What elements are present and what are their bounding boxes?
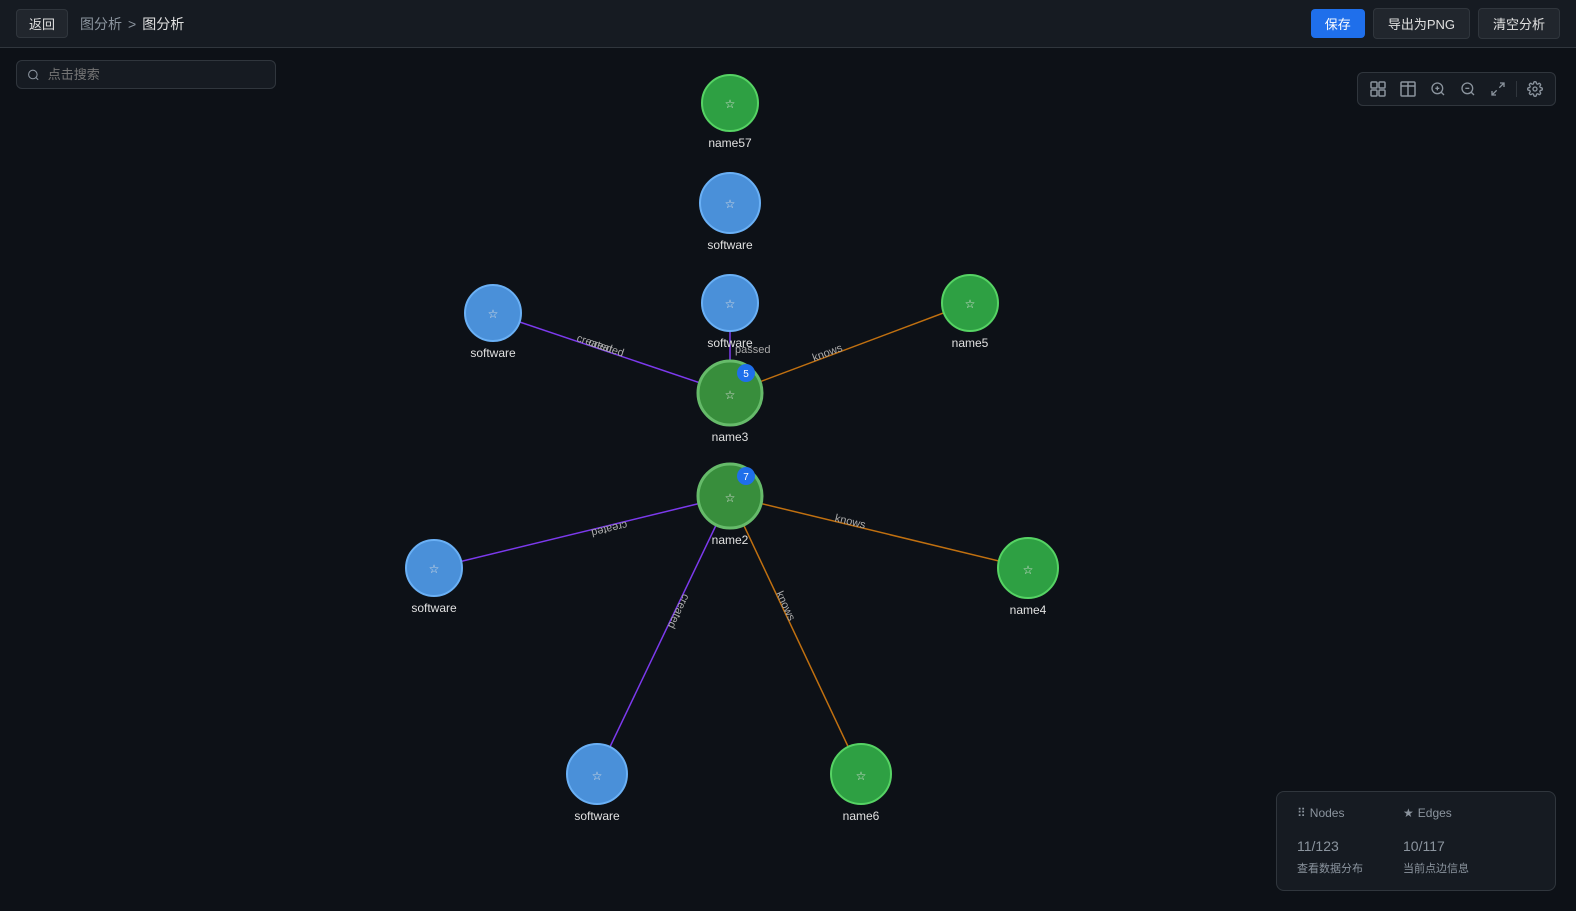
expand-icon[interactable] [1486, 77, 1510, 101]
edges-value: 10/117 [1403, 824, 1445, 856]
edge-label-knows-n2n6: knows [773, 589, 797, 623]
svg-text:name3: name3 [712, 430, 749, 444]
node-name6[interactable]: ☆ name6 [831, 744, 891, 823]
nodes-label: ⠿ Nodes [1297, 806, 1344, 820]
toolbar-divider [1516, 81, 1517, 97]
edge-knows-n2n6 [730, 496, 861, 774]
svg-text:☆: ☆ [965, 297, 976, 311]
svg-text:software: software [574, 809, 620, 823]
stats-panel: ⠿ Nodes 11/123 查看数据分布 ★ Edges 10/117 当前点… [1276, 791, 1556, 891]
edges-icon: ★ [1403, 806, 1414, 820]
zoom-out-icon[interactable] [1456, 77, 1480, 101]
nodes-value: 11/123 [1297, 824, 1339, 856]
svg-text:☆: ☆ [725, 297, 736, 311]
breadcrumb-current: 图分析 [142, 14, 184, 34]
edges-stat: ★ Edges 10/117 当前点边信息 [1403, 806, 1469, 876]
node-name4[interactable]: ☆ name4 [998, 538, 1058, 617]
settings-icon[interactable] [1523, 77, 1547, 101]
edges-sub-link[interactable]: 当前点边信息 [1403, 860, 1469, 876]
svg-text:☆: ☆ [1023, 563, 1034, 577]
breadcrumb-separator: > [128, 16, 136, 32]
svg-text:software: software [707, 238, 753, 252]
nodes-sub-link[interactable]: 查看数据分布 [1297, 860, 1363, 876]
svg-text:software: software [707, 336, 753, 350]
svg-text:software: software [411, 601, 457, 615]
edge-created-2 [434, 496, 730, 568]
svg-text:name57: name57 [708, 136, 752, 150]
svg-text:☆: ☆ [725, 491, 736, 505]
node-name57[interactable]: ☆ name57 [702, 75, 758, 150]
export-button[interactable]: 导出为PNG [1373, 8, 1470, 39]
node-software5[interactable]: ☆ software [567, 744, 627, 823]
svg-text:☆: ☆ [856, 769, 867, 783]
edge-label-created-s3n3: created [575, 332, 614, 355]
svg-text:software: software [470, 346, 516, 360]
svg-text:5: 5 [743, 369, 749, 380]
node-software4[interactable]: ☆ software [406, 540, 462, 615]
canvas-toolbar [1357, 72, 1556, 106]
svg-text:name5: name5 [952, 336, 989, 350]
header-right: 保存 导出为PNG 清空分析 [1311, 8, 1560, 39]
node-software2[interactable]: ☆ software [702, 275, 758, 350]
graph-svg: created created created created passed [0, 48, 1576, 911]
breadcrumb-parent: 图分析 [80, 14, 122, 34]
search-icon [27, 68, 40, 82]
back-button[interactable]: 返回 [16, 9, 68, 38]
edge-label-created-n2s5: created [665, 592, 692, 630]
svg-text:☆: ☆ [725, 388, 736, 402]
node-software3[interactable]: ☆ software [465, 285, 521, 360]
header-left: 返回 图分析 > 图分析 [16, 9, 184, 38]
edge-label-created-n2s4: created [590, 518, 629, 538]
search-bar[interactable] [16, 60, 276, 89]
svg-text:☆: ☆ [429, 562, 440, 576]
svg-text:7: 7 [743, 472, 749, 483]
svg-text:☆: ☆ [725, 197, 736, 211]
edges-label: ★ Edges [1403, 806, 1452, 820]
node-software1[interactable]: ☆ software [700, 173, 760, 252]
svg-text:☆: ☆ [592, 769, 603, 783]
search-input[interactable] [48, 67, 265, 82]
node-name3[interactable]: ☆ name3 5 [698, 361, 762, 444]
edge-label-knows-n3n5: knows [811, 342, 845, 364]
nodes-stat: ⠿ Nodes 11/123 查看数据分布 [1297, 806, 1363, 876]
edge-knows-n2n4 [730, 496, 1028, 568]
breadcrumb: 图分析 > 图分析 [80, 14, 184, 34]
svg-text:☆: ☆ [725, 97, 736, 111]
header: 返回 图分析 > 图分析 保存 导出为PNG 清空分析 [0, 0, 1576, 48]
zoom-in-icon[interactable] [1426, 77, 1450, 101]
node-name2[interactable]: ☆ name2 7 [698, 464, 762, 547]
graph-canvas: created created created created passed [0, 48, 1576, 911]
layout-icon[interactable] [1366, 77, 1390, 101]
edge-created-3 [597, 496, 730, 774]
clear-button[interactable]: 清空分析 [1478, 8, 1560, 39]
svg-text:name6: name6 [843, 809, 880, 823]
svg-text:name4: name4 [1010, 603, 1047, 617]
svg-text:☆: ☆ [488, 307, 499, 321]
node-name5[interactable]: ☆ name5 [942, 275, 998, 350]
nodes-icon: ⠿ [1297, 806, 1306, 820]
svg-text:name2: name2 [712, 533, 749, 547]
save-button[interactable]: 保存 [1311, 9, 1365, 38]
edge-label-knows-n2n4: knows [834, 512, 868, 531]
table-icon[interactable] [1396, 77, 1420, 101]
